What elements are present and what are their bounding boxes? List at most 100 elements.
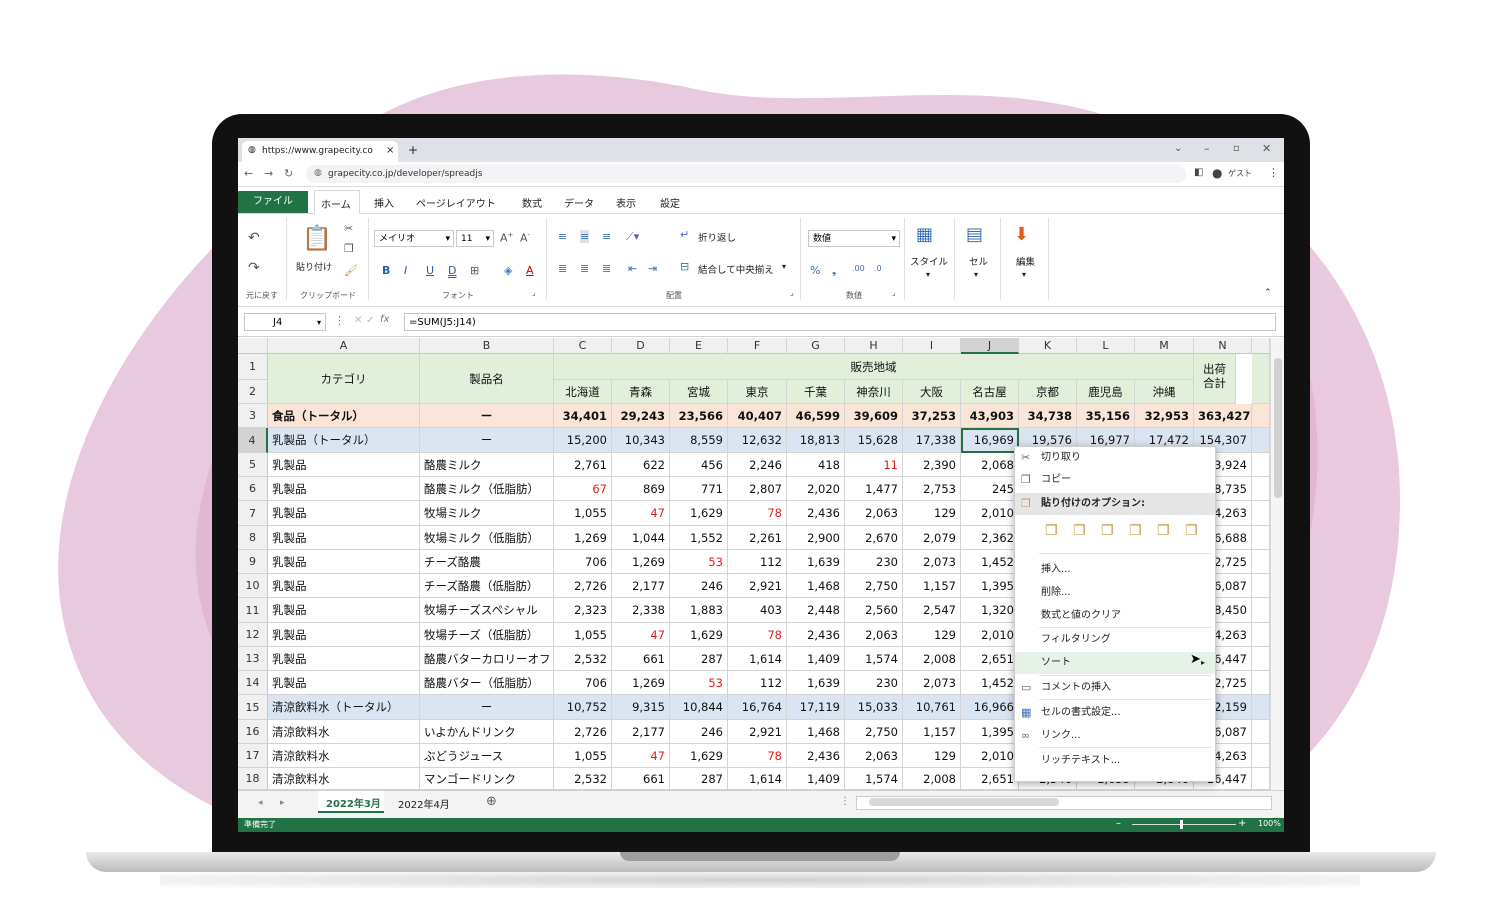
- font-name-select[interactable]: メイリオ ▾: [374, 230, 454, 247]
- align-bottom-icon[interactable]: ≡: [602, 230, 611, 243]
- cell-product[interactable]: ー: [420, 428, 554, 453]
- format-painter-icon[interactable]: 🖌: [344, 264, 358, 277]
- cell-value[interactable]: 2,436: [787, 623, 845, 647]
- header-region-name[interactable]: 青森: [612, 380, 670, 404]
- column-header[interactable]: H: [845, 338, 903, 354]
- cell-value[interactable]: 1,574: [845, 768, 903, 790]
- tab-list-chevron-icon[interactable]: ⌄: [1174, 143, 1182, 154]
- chevron-down-icon[interactable]: ▾: [1022, 270, 1026, 279]
- row-header[interactable]: 15: [238, 695, 268, 720]
- header-extra[interactable]: [1252, 354, 1270, 404]
- cell-value[interactable]: 53: [670, 550, 728, 574]
- cell-value[interactable]: 2,921: [728, 574, 787, 598]
- cell-category[interactable]: 乳製品: [268, 550, 420, 574]
- active-cell[interactable]: 16,969: [961, 428, 1019, 453]
- cell-category[interactable]: 乳製品: [268, 453, 420, 477]
- cell-value[interactable]: 129: [903, 623, 961, 647]
- tab-settings[interactable]: 設定: [660, 195, 680, 210]
- cell-value[interactable]: 245: [961, 477, 1019, 501]
- enter-icon[interactable]: ✓: [366, 315, 374, 326]
- menu-item-format-cells[interactable]: ▦ セルの書式設定...: [1015, 702, 1215, 724]
- row-header[interactable]: 9: [238, 550, 268, 574]
- cell-value[interactable]: 2,726: [554, 720, 612, 744]
- cell-value[interactable]: 1,639: [787, 671, 845, 695]
- cell-product[interactable]: 牧場ミルク: [420, 501, 554, 526]
- cell-category[interactable]: 乳製品: [268, 623, 420, 647]
- cell-category[interactable]: 清涼飲料水: [268, 744, 420, 768]
- cell-value[interactable]: 661: [612, 768, 670, 790]
- cell-category[interactable]: 清涼飲料水（トータル）: [268, 695, 420, 720]
- tab-view[interactable]: 表示: [616, 195, 636, 210]
- cell-value[interactable]: 10,844: [670, 695, 728, 720]
- cell-overflow[interactable]: [1252, 647, 1270, 671]
- cell-value[interactable]: 1,477: [845, 477, 903, 501]
- column-header[interactable]: B: [420, 338, 554, 354]
- cell-value[interactable]: 78: [728, 501, 787, 526]
- cell-category[interactable]: 乳製品: [268, 574, 420, 598]
- more-options-icon[interactable]: ⋮: [334, 314, 345, 327]
- header-region-name[interactable]: 沖縄: [1135, 380, 1194, 404]
- cell-value[interactable]: 622: [612, 453, 670, 477]
- header-region-name[interactable]: 宮城: [670, 380, 728, 404]
- column-header[interactable]: G: [787, 338, 845, 354]
- redo-icon[interactable]: ↷: [248, 260, 260, 276]
- cell-value[interactable]: 47: [612, 623, 670, 647]
- row-header[interactable]: 14: [238, 671, 268, 695]
- cell-value[interactable]: 2,073: [903, 550, 961, 574]
- orientation-icon[interactable]: ⟋▾: [626, 230, 639, 244]
- cell-value[interactable]: 1,468: [787, 720, 845, 744]
- cell-overflow[interactable]: [1252, 768, 1270, 790]
- row-header[interactable]: 10: [238, 574, 268, 598]
- cell-value[interactable]: 1,055: [554, 744, 612, 768]
- zoom-out-icon[interactable]: –: [1116, 818, 1121, 829]
- cell-value[interactable]: 1,639: [787, 550, 845, 574]
- row-header[interactable]: 2: [238, 380, 268, 404]
- font-size-select[interactable]: 11 ▾: [456, 230, 494, 247]
- cell-value[interactable]: 2,010: [961, 623, 1019, 647]
- tab-file[interactable]: ファイル: [238, 191, 308, 213]
- cell-category[interactable]: 食品（トータル）: [268, 404, 420, 428]
- cell-value[interactable]: 2,261: [728, 526, 787, 550]
- cell-value[interactable]: 1,055: [554, 501, 612, 526]
- cell-value[interactable]: 46,599: [787, 404, 845, 428]
- cell-value[interactable]: 2,390: [903, 453, 961, 477]
- cell-value[interactable]: 869: [612, 477, 670, 501]
- minimize-icon[interactable]: –: [1204, 142, 1210, 155]
- cell-value[interactable]: 418: [787, 453, 845, 477]
- italic-icon[interactable]: I: [404, 264, 407, 277]
- cell-value[interactable]: 1,468: [787, 574, 845, 598]
- alignment-dialog-launcher-icon[interactable]: ⌟: [790, 288, 794, 297]
- cell-value[interactable]: 10,343: [612, 428, 670, 453]
- cell-value[interactable]: 78: [728, 623, 787, 647]
- row-header[interactable]: 4: [238, 428, 268, 453]
- cell-product[interactable]: 酪農ミルク: [420, 453, 554, 477]
- cell-value[interactable]: 2,010: [961, 501, 1019, 526]
- url-field[interactable]: ◍ grapecity.co.jp/developer/spreadjs: [306, 165, 1186, 183]
- cell-value[interactable]: 1,157: [903, 574, 961, 598]
- row-header[interactable]: 16: [238, 720, 268, 744]
- paste-all-icon[interactable]: ❐: [1045, 523, 1058, 539]
- cell-value[interactable]: 287: [670, 768, 728, 790]
- cell-product[interactable]: ー: [420, 404, 554, 428]
- row-header[interactable]: 7: [238, 501, 268, 526]
- cell-value[interactable]: 37,253: [903, 404, 961, 428]
- cell-value[interactable]: 78: [728, 744, 787, 768]
- header-total[interactable]: 出荷合計: [1194, 354, 1236, 404]
- font-color-icon[interactable]: A: [526, 264, 534, 277]
- cell-category[interactable]: 清涼飲料水: [268, 768, 420, 790]
- tab-formulas[interactable]: 数式: [522, 195, 542, 210]
- cell-value[interactable]: 29,243: [612, 404, 670, 428]
- sheet-tab-active[interactable]: 2022年3月: [318, 791, 384, 813]
- cell-value[interactable]: 2,448: [787, 598, 845, 623]
- collapse-ribbon-icon[interactable]: ⌃: [1264, 288, 1272, 298]
- editing-button[interactable]: 編集: [1016, 254, 1035, 268]
- column-header[interactable]: M: [1135, 338, 1194, 354]
- cell-value[interactable]: 230: [845, 671, 903, 695]
- cell-product[interactable]: 酪農ミルク（低脂肪）: [420, 477, 554, 501]
- percent-icon[interactable]: %: [810, 264, 820, 277]
- horizontal-scrollbar[interactable]: [856, 796, 1272, 810]
- cell-overflow[interactable]: [1252, 574, 1270, 598]
- paste-button-label[interactable]: 貼り付け: [296, 260, 332, 273]
- cell-overflow[interactable]: [1252, 720, 1270, 744]
- column-header[interactable]: J: [961, 338, 1019, 354]
